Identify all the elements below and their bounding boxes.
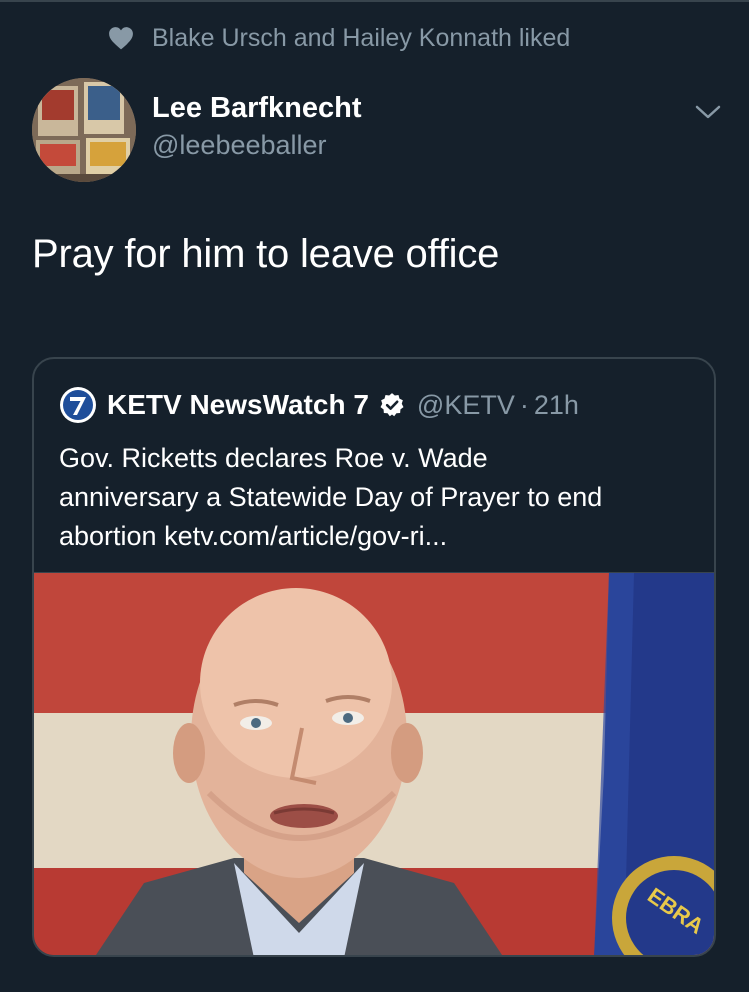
quoted-timestamp[interactable]: 21h (534, 390, 579, 421)
quoted-text-line[interactable]: abortion ketv.com/article/gov-ri... (59, 517, 699, 556)
quoted-text-line: anniversary a Statewide Day of Prayer to… (59, 482, 603, 512)
tweet-text: Pray for him to leave office (32, 232, 500, 276)
social-context-text: Blake Ursch and Hailey Konnath liked (152, 23, 571, 52)
quoted-separator: · (519, 389, 529, 420)
quoted-author-handle[interactable]: @KETV (417, 390, 515, 421)
author-avatar[interactable] (32, 78, 136, 182)
quoted-tweet-image[interactable]: EBRA (34, 572, 714, 955)
avatar-image (32, 78, 136, 182)
top-divider (0, 0, 749, 2)
heart-icon (109, 27, 133, 50)
chevron-down-icon[interactable] (695, 102, 721, 122)
quoted-text-line: Gov. Ricketts declares Roe v. Wade (59, 443, 488, 473)
tweet-page: Blake Ursch and Hailey Konnath liked Lee… (0, 0, 749, 992)
quoted-tweet-header: KETV NewsWatch 7 @KETV · 21h (59, 385, 579, 425)
quoted-tweet-text: Gov. Ricketts declares Roe v. Wade anniv… (59, 439, 699, 556)
author-handle[interactable]: @leebeeballer (152, 130, 327, 161)
author-name[interactable]: Lee Barfknecht (152, 92, 362, 125)
governor-photo: EBRA (34, 573, 714, 955)
ketv-logo-icon (60, 387, 96, 423)
quoted-author-name[interactable]: KETV NewsWatch 7 (107, 389, 369, 421)
verified-badge-icon (380, 393, 404, 417)
quoted-tweet-card[interactable]: KETV NewsWatch 7 @KETV · 21h Gov. Ricket… (32, 357, 716, 957)
social-context[interactable]: Blake Ursch and Hailey Konnath liked (108, 22, 570, 54)
